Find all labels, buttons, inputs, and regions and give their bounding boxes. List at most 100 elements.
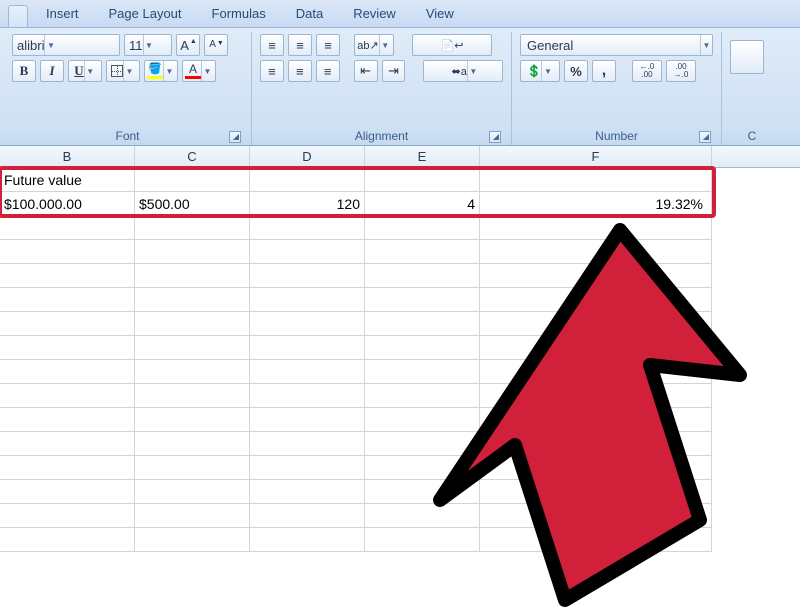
cell[interactable]	[365, 480, 480, 504]
cell[interactable]	[250, 408, 365, 432]
align-left-button[interactable]: ≡	[260, 60, 284, 82]
cell[interactable]	[135, 408, 250, 432]
cell-B1[interactable]: Future value	[0, 168, 135, 192]
number-format-combo[interactable]: General ▼	[520, 34, 713, 56]
cell[interactable]	[0, 456, 135, 480]
cell[interactable]	[0, 384, 135, 408]
cell[interactable]	[135, 264, 250, 288]
cell[interactable]	[365, 240, 480, 264]
cell[interactable]	[135, 504, 250, 528]
cell-C1[interactable]	[135, 168, 250, 192]
col-header-F[interactable]: F	[480, 146, 712, 167]
cell[interactable]	[250, 336, 365, 360]
col-header-B[interactable]: B	[0, 146, 135, 167]
grow-font-button[interactable]: A ▲	[176, 34, 200, 56]
cell[interactable]	[250, 480, 365, 504]
cell[interactable]	[365, 432, 480, 456]
cell[interactable]	[135, 480, 250, 504]
shrink-font-button[interactable]: A ▼	[204, 34, 228, 56]
cell[interactable]	[135, 216, 250, 240]
cell[interactable]	[480, 456, 712, 480]
cell[interactable]	[480, 216, 712, 240]
italic-button[interactable]: I	[40, 60, 64, 82]
cell[interactable]	[250, 240, 365, 264]
increase-decimal-button[interactable]: ←.0 .00	[632, 60, 662, 82]
percent-style-button[interactable]: %	[564, 60, 588, 82]
cell[interactable]	[135, 456, 250, 480]
col-header-D[interactable]: D	[250, 146, 365, 167]
cell-F2[interactable]: 19.32%	[480, 192, 712, 216]
cell[interactable]	[135, 312, 250, 336]
col-header-C[interactable]: C	[135, 146, 250, 167]
col-header-E[interactable]: E	[365, 146, 480, 167]
cell[interactable]	[0, 432, 135, 456]
tab-home-partial[interactable]	[8, 5, 28, 27]
fill-color-button[interactable]: 🪣 ▼	[144, 60, 178, 82]
cell[interactable]	[135, 288, 250, 312]
cell[interactable]	[135, 336, 250, 360]
cell[interactable]	[480, 504, 712, 528]
cell-E2[interactable]: 4	[365, 192, 480, 216]
number-dialog-launcher[interactable]: ◢	[699, 131, 711, 143]
tab-view[interactable]: View	[420, 2, 460, 27]
font-name-combo[interactable]: alibri ▼	[12, 34, 120, 56]
cell[interactable]	[480, 480, 712, 504]
cell[interactable]	[250, 360, 365, 384]
font-color-button[interactable]: A ▼	[182, 60, 216, 82]
orientation-button[interactable]: ab↗ ▼	[354, 34, 394, 56]
cell[interactable]	[250, 504, 365, 528]
cell[interactable]	[480, 432, 712, 456]
cell[interactable]	[250, 384, 365, 408]
font-size-combo[interactable]: 11 ▼	[124, 34, 172, 56]
cell[interactable]	[250, 216, 365, 240]
cell-D1[interactable]	[250, 168, 365, 192]
cell[interactable]	[480, 288, 712, 312]
decrease-decimal-button[interactable]: .00 →.0	[666, 60, 696, 82]
align-middle-button[interactable]: ≡	[288, 34, 312, 56]
cell[interactable]	[480, 360, 712, 384]
cell[interactable]	[365, 288, 480, 312]
wrap-text-button[interactable]: 📄↩	[412, 34, 492, 56]
font-dialog-launcher[interactable]: ◢	[229, 131, 241, 143]
cell[interactable]	[365, 384, 480, 408]
cell[interactable]	[250, 528, 365, 552]
cell-F1[interactable]	[480, 168, 712, 192]
cell[interactable]	[135, 240, 250, 264]
cell[interactable]	[0, 336, 135, 360]
cell-C2[interactable]: $500.00	[135, 192, 250, 216]
cell[interactable]	[480, 336, 712, 360]
tab-insert[interactable]: Insert	[40, 2, 85, 27]
cell[interactable]	[250, 288, 365, 312]
cell[interactable]	[135, 528, 250, 552]
cell[interactable]	[250, 264, 365, 288]
cell[interactable]	[0, 312, 135, 336]
cell[interactable]	[480, 408, 712, 432]
decrease-indent-button[interactable]: ⇤	[354, 60, 378, 82]
cell[interactable]	[480, 240, 712, 264]
cell[interactable]	[480, 264, 712, 288]
increase-indent-button[interactable]: ⇥	[382, 60, 406, 82]
conditional-formatting-button[interactable]	[730, 40, 764, 74]
cell-B2[interactable]: $100.000.00	[0, 192, 135, 216]
cell[interactable]	[365, 312, 480, 336]
tab-review[interactable]: Review	[347, 2, 402, 27]
cell[interactable]	[0, 408, 135, 432]
cell[interactable]	[250, 456, 365, 480]
align-bottom-button[interactable]: ≡	[316, 34, 340, 56]
cell[interactable]	[480, 312, 712, 336]
comma-style-button[interactable]: ,	[592, 60, 616, 82]
borders-button[interactable]: ▼	[106, 60, 140, 82]
underline-button[interactable]: U ▼	[68, 60, 102, 82]
cell[interactable]	[250, 432, 365, 456]
cell[interactable]	[0, 216, 135, 240]
merge-center-button[interactable]: ⬌a ▼	[423, 60, 503, 82]
cell[interactable]	[480, 384, 712, 408]
align-center-button[interactable]: ≡	[288, 60, 312, 82]
tab-data[interactable]: Data	[290, 2, 329, 27]
cell[interactable]	[365, 408, 480, 432]
cell[interactable]	[250, 312, 365, 336]
cell[interactable]	[0, 504, 135, 528]
alignment-dialog-launcher[interactable]: ◢	[489, 131, 501, 143]
cell[interactable]	[480, 528, 712, 552]
cell[interactable]	[365, 216, 480, 240]
